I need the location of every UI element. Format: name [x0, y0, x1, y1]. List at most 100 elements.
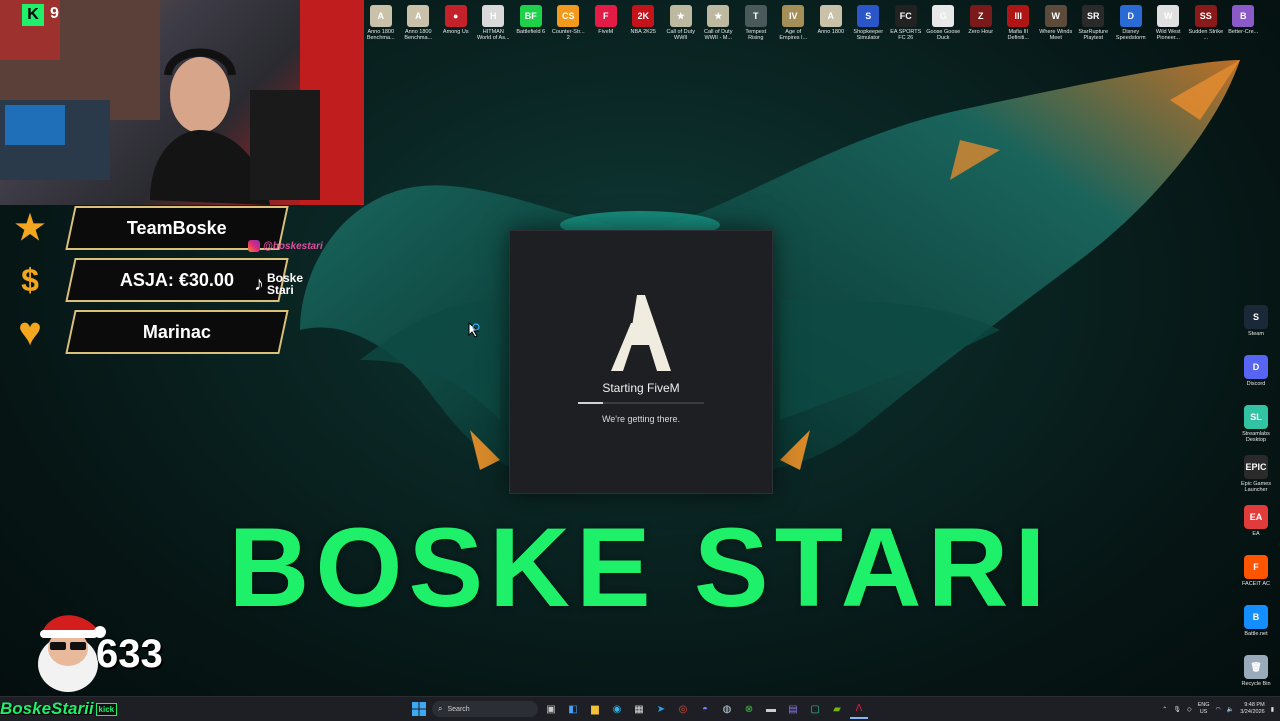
desktop-shortcut[interactable]: CS Counter-Str... 2: [550, 2, 588, 48]
desktop-shortcut[interactable]: H HITMAN World of As...: [475, 2, 513, 48]
vpn-icon[interactable]: ▬: [762, 700, 780, 718]
telegram-icon[interactable]: ➤: [652, 700, 670, 718]
desktop-shortcut[interactable]: A Anno 1800 Benchma...: [400, 2, 438, 48]
chevron-up-icon[interactable]: ⌃: [1162, 706, 1167, 713]
chrome-icon[interactable]: ◎: [674, 700, 692, 718]
app-icon: 🗑: [1244, 655, 1268, 679]
steam-taskbar-icon[interactable]: ◍: [718, 700, 736, 718]
widgets-icon[interactable]: ◧: [564, 700, 582, 718]
taskbar: ⌕ Search ▣ ◧ ▆ ◉ ▦ ➤ ◎ ◓ ◍ ⊗ ▬ ▤ ▢ ▰ Λ ⌃…: [0, 696, 1280, 721]
alert-row: $ ASJA: €30.00: [0, 257, 290, 303]
desktop-shortcut-label: Discord: [1246, 381, 1266, 387]
desktop-shortcut-label: Tempest Rising: [745, 29, 767, 41]
desktop-shortcut-label: Anno 1800: [817, 29, 845, 35]
clock[interactable]: 9:48 PM 3/24/2026: [1240, 702, 1264, 716]
desktop-shortcut[interactable]: 2K NBA 2K25: [625, 2, 663, 48]
clock-date: 3/24/2026: [1240, 709, 1265, 715]
file-explorer-icon[interactable]: ▆: [586, 700, 604, 718]
desktop-shortcut-label: Zero Hour: [968, 29, 994, 35]
desktop-shortcut-label: Epic Games Launcher: [1241, 481, 1271, 493]
desktop-shortcut-label: EA SPORTS FC 26: [890, 29, 922, 41]
task-view-icon[interactable]: ▣: [542, 700, 560, 718]
alert-box: Marinac: [65, 310, 289, 354]
app-icon: SR: [1082, 5, 1105, 27]
instagram-icon: [248, 240, 260, 252]
app-icon: III: [1007, 5, 1030, 27]
app-icon: Z: [969, 5, 992, 27]
app-icon: IV: [782, 5, 805, 27]
fivem-launch-dialog: Starting FiveM We're getting there.: [509, 230, 773, 494]
desktop-shortcut-label: StarRupture Playtest: [1078, 29, 1109, 41]
desktop-shortcut-label: Among Us: [442, 29, 469, 35]
desktop-shortcut[interactable]: EPIC Epic Games Launcher: [1238, 455, 1274, 505]
desktop-shortcut-label: Where Winds Meet: [1039, 29, 1073, 41]
search-placeholder: Search: [447, 705, 470, 713]
desktop-shortcut[interactable]: FC EA SPORTS FC 26: [887, 2, 925, 48]
webcam-feed: K 9: [0, 0, 364, 205]
desktop-shortcut[interactable]: ● Among Us: [437, 2, 475, 48]
app-icon: SL: [1244, 405, 1268, 429]
language-indicator[interactable]: ENG US: [1198, 702, 1210, 716]
heart-icon: ♥: [18, 309, 42, 354]
nvidia-icon[interactable]: ▰: [828, 700, 846, 718]
desktop-shortcut[interactable]: SS Sudden Strike ...: [1187, 2, 1225, 48]
kick-logo: kick: [95, 702, 118, 716]
app-icon: A: [819, 5, 842, 27]
app-icon: S: [1244, 305, 1268, 329]
alert-row: ★ TeamBoske: [0, 205, 290, 251]
desktop-shortcut[interactable]: G Goose Goose Duck: [925, 2, 963, 48]
network-icon[interactable]: ◇: [1187, 706, 1192, 713]
xbox-icon[interactable]: ⊗: [740, 700, 758, 718]
desktop-shortcut[interactable]: A Anno 1800: [812, 2, 850, 48]
desktop-shortcut[interactable]: T Tempest Rising: [737, 2, 775, 48]
volume-icon[interactable]: 🔈: [1227, 706, 1234, 713]
desktop-shortcut[interactable]: S Shopkeeper Simulator: [850, 2, 888, 48]
dialog-title: Starting FiveM: [602, 381, 680, 395]
app-icon: CS: [557, 5, 580, 27]
desktop-shortcut[interactable]: ★ Call of Duty WWII: [662, 2, 700, 48]
desktop-shortcut[interactable]: A Anno 1800 Benchma...: [362, 2, 400, 48]
wifi-icon[interactable]: ◠: [1215, 706, 1220, 713]
desktop-shortcut-label: Counter-Str... 2: [551, 29, 585, 41]
desktop-shortcut-label: Call of Duty WWII: [666, 29, 695, 41]
alert-text: ASJA: €30.00: [119, 269, 235, 290]
desktop-shortcut[interactable]: SL Streamlabs Desktop: [1238, 405, 1274, 455]
desktop-shortcut[interactable]: D Discord: [1238, 355, 1274, 405]
taskbar-search[interactable]: ⌕ Search: [432, 701, 538, 717]
store-icon[interactable]: ▦: [630, 700, 648, 718]
desktop-shortcut[interactable]: BF Battlefield 6: [512, 2, 550, 48]
desktop-shortcut-label: Steam: [1248, 331, 1264, 337]
desktop-shortcut-label: HITMAN World of As...: [476, 29, 510, 41]
desktop-shortcut[interactable]: S Steam: [1238, 305, 1274, 355]
desktop-shortcut[interactable]: W Wild West Pioneer...: [1150, 2, 1188, 48]
calendar-icon[interactable]: ▤: [784, 700, 802, 718]
desktop-icon-column: S Steam D Discord SL Streamlabs Desktop EPIC Ep…: [1238, 305, 1274, 705]
tiktok-icon: ♪: [254, 272, 264, 295]
desktop-shortcut[interactable]: III Mafia III Definiti...: [1000, 2, 1038, 48]
channel-name: BoskeStarii: [0, 699, 94, 718]
edge-icon[interactable]: ◉: [608, 700, 626, 718]
system-tray: ⌃ 🎙 ◇ ENG US ◠ 🔈 9:48 PM 3/24/2026 ▮: [1162, 700, 1274, 718]
desktop-shortcut[interactable]: IV Age of Empires I...: [775, 2, 813, 48]
desktop-shortcut[interactable]: SR StarRupture Playtest: [1075, 2, 1113, 48]
app-icon: H: [482, 5, 505, 27]
desktop-shortcut[interactable]: D Disney Speedstorm: [1112, 2, 1150, 48]
discord-taskbar-icon[interactable]: ◓: [696, 700, 714, 718]
desktop-shortcut[interactable]: ★ Call of Duty WWII - M...: [700, 2, 738, 48]
desktop-shortcut[interactable]: F FiveM: [587, 2, 625, 48]
mouse-cursor-icon: [468, 322, 480, 338]
dollar-icon: $: [21, 261, 39, 298]
app-icon: A: [369, 5, 392, 27]
start-button[interactable]: [410, 700, 428, 718]
desktop-shortcut[interactable]: W Where Winds Meet: [1037, 2, 1075, 48]
desktop-shortcut-label: Disney Speedstorm: [1115, 29, 1146, 41]
desktop-shortcut-label: Better-Cre...: [1228, 29, 1259, 35]
notifications-icon[interactable]: ▮: [1271, 706, 1274, 713]
desktop-shortcut-label: Recycle Bin: [1241, 681, 1271, 687]
fivem-taskbar-icon[interactable]: Λ: [850, 699, 868, 719]
desktop-shortcut[interactable]: Z Zero Hour: [962, 2, 1000, 48]
desktop-shortcut[interactable]: B Better-Cre...: [1225, 2, 1263, 48]
streamlabs-taskbar-icon[interactable]: ▢: [806, 700, 824, 718]
desktop-shortcut-label: Call of Duty WWII - M...: [704, 29, 733, 41]
microphone-icon[interactable]: 🎙: [1173, 706, 1181, 713]
